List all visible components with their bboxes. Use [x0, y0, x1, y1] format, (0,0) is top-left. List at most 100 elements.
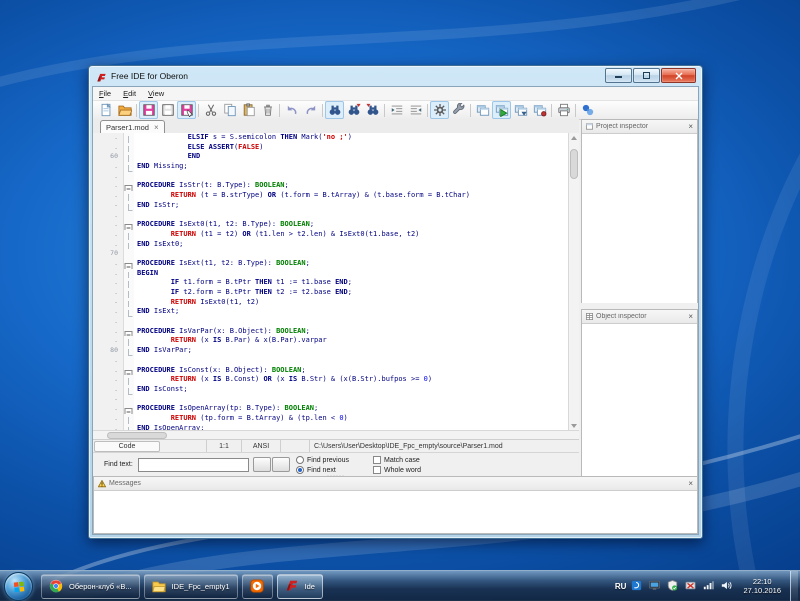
code-text: IF t2.form = B.tPtr THEN t2 := t2.base E…: [134, 288, 578, 298]
code-line: 60 END: [93, 152, 578, 162]
fold-collapse-icon[interactable]: [124, 181, 134, 191]
code-line: .: [93, 172, 578, 182]
close-button[interactable]: [661, 68, 696, 83]
menu-edit[interactable]: Edit: [123, 89, 136, 98]
fold-collapse-icon[interactable]: [124, 404, 134, 414]
fold-collapse-icon[interactable]: [124, 366, 134, 376]
find-input[interactable]: [138, 458, 249, 472]
titlebar[interactable]: Free IDE for Oberon: [89, 66, 702, 86]
project-inspector-icon: [586, 123, 593, 130]
cut-button[interactable]: [201, 101, 220, 119]
fold-collapse-icon[interactable]: [124, 259, 134, 269]
vertical-scroll-thumb[interactable]: [570, 149, 578, 179]
window-last-button[interactable]: [530, 101, 549, 119]
code-text: PROCEDURE IsOpenArray(tp: B.Type): BOOLE…: [134, 404, 578, 414]
tray-display-icon[interactable]: [649, 580, 662, 593]
taskbar-button-browser[interactable]: Оберон-клуб «В...: [41, 574, 140, 599]
match-case-checkbox[interactable]: Match case: [373, 456, 420, 464]
taskbar-clock[interactable]: 22:10 27.10.2016: [743, 577, 781, 595]
toolbar-separator: [575, 104, 576, 117]
open-folder-button[interactable]: [115, 101, 134, 119]
find-button-1[interactable]: [253, 457, 271, 472]
project-inspector-header[interactable]: Project inspector ×: [582, 120, 697, 134]
scroll-down-icon[interactable]: [571, 424, 577, 428]
outdent-button[interactable]: [406, 101, 425, 119]
code-line: .PROCEDURE IsExt(t1, t2: B.Type): BOOLEA…: [93, 259, 578, 269]
app-logo-icon: [96, 71, 107, 82]
menu-view[interactable]: View: [148, 89, 164, 98]
show-desktop-button[interactable]: [790, 571, 798, 601]
checkbox-icon[interactable]: [373, 466, 381, 474]
taskbar-button-ide[interactable]: Ide: [277, 574, 323, 599]
line-number-gutter: 60: [93, 152, 124, 162]
checkbox-icon[interactable]: [373, 456, 381, 464]
tray-blue-icon[interactable]: [631, 580, 644, 593]
horizontal-scroll-thumb[interactable]: [107, 432, 167, 439]
taskbar-button-media-player[interactable]: [242, 574, 273, 599]
line-number-gutter: .: [93, 366, 124, 376]
fold-collapse-icon[interactable]: [124, 220, 134, 230]
undo-button[interactable]: [282, 101, 301, 119]
radio-selected-icon[interactable]: [296, 466, 304, 474]
code-text: PROCEDURE IsExt0(t1, t2: B.Type): BOOLEA…: [134, 220, 578, 230]
find-previous-button[interactable]: [363, 101, 382, 119]
code-line: 70: [93, 249, 578, 259]
minimize-button[interactable]: [605, 68, 632, 83]
paste-button[interactable]: [239, 101, 258, 119]
toolbar-separator: [427, 104, 428, 117]
line-number-gutter: -: [93, 395, 124, 405]
line-number-gutter: .: [93, 162, 124, 172]
messages-close-icon[interactable]: ×: [688, 480, 693, 488]
find-previous-radio[interactable]: Find previous: [296, 456, 349, 464]
tray-network-icon[interactable]: [703, 580, 716, 593]
code-line: .PROCEDURE IsExt0(t1, t2: B.Type): BOOLE…: [93, 220, 578, 230]
language-indicator[interactable]: RU: [615, 582, 627, 591]
delete-button[interactable]: [258, 101, 277, 119]
save-button[interactable]: [139, 101, 158, 119]
tab-close-icon[interactable]: ×: [154, 124, 159, 131]
find-button-2[interactable]: [272, 457, 290, 472]
find-button[interactable]: [325, 101, 344, 119]
tools-button[interactable]: [449, 101, 468, 119]
about-button[interactable]: [578, 101, 597, 119]
menu-file[interactable]: File: [99, 89, 111, 98]
tray-volume-icon[interactable]: [721, 580, 734, 593]
tab-parser1[interactable]: Parser1.mod ×: [100, 120, 165, 134]
copy-button[interactable]: [220, 101, 239, 119]
maximize-button[interactable]: [633, 68, 660, 83]
fold-collapse-icon[interactable]: [124, 327, 134, 337]
tray-block-icon[interactable]: [685, 580, 698, 593]
find-next-button[interactable]: [344, 101, 363, 119]
indent-button[interactable]: [387, 101, 406, 119]
scroll-up-icon[interactable]: [571, 136, 577, 140]
save-all-button[interactable]: [158, 101, 177, 119]
start-button[interactable]: [4, 572, 33, 601]
whole-word-checkbox[interactable]: Whole word: [373, 466, 421, 474]
print-button[interactable]: [554, 101, 573, 119]
radio-icon[interactable]: [296, 456, 304, 464]
new-file-button[interactable]: [96, 101, 115, 119]
fold-margin: [124, 336, 134, 346]
settings-button[interactable]: [430, 101, 449, 119]
redo-button[interactable]: [301, 101, 320, 119]
windows-button[interactable]: [473, 101, 492, 119]
taskbar-button-folder[interactable]: IDE_Fpc_empty1: [144, 574, 238, 599]
whole-word-label: Whole word: [384, 467, 421, 474]
messages-header[interactable]: Messages ×: [94, 477, 697, 491]
save-as-button[interactable]: [177, 101, 196, 119]
object-inspector-header[interactable]: Object inspector ×: [582, 310, 697, 324]
editor-vertical-scrollbar[interactable]: [568, 133, 579, 431]
windows-icon: [476, 103, 490, 117]
code-line: -END IsStr;: [93, 201, 578, 211]
object-inspector-close-icon[interactable]: ×: [688, 313, 693, 321]
project-inspector-close-icon[interactable]: ×: [688, 123, 693, 131]
code-line: . IF t1.form = B.tPtr THEN t1 := t1.base…: [93, 278, 578, 288]
code-text: END IsConst;: [134, 385, 578, 395]
status-mode[interactable]: Code: [94, 441, 160, 452]
toolbar: [93, 101, 698, 120]
code-editor[interactable]: . ELSIF s = S.semicolon THEN Mark('no ;'…: [93, 133, 579, 431]
fold-margin: [124, 191, 134, 201]
window-next-button[interactable]: [511, 101, 530, 119]
tray-shield-icon[interactable]: [667, 580, 680, 593]
run-button[interactable]: [492, 101, 511, 119]
